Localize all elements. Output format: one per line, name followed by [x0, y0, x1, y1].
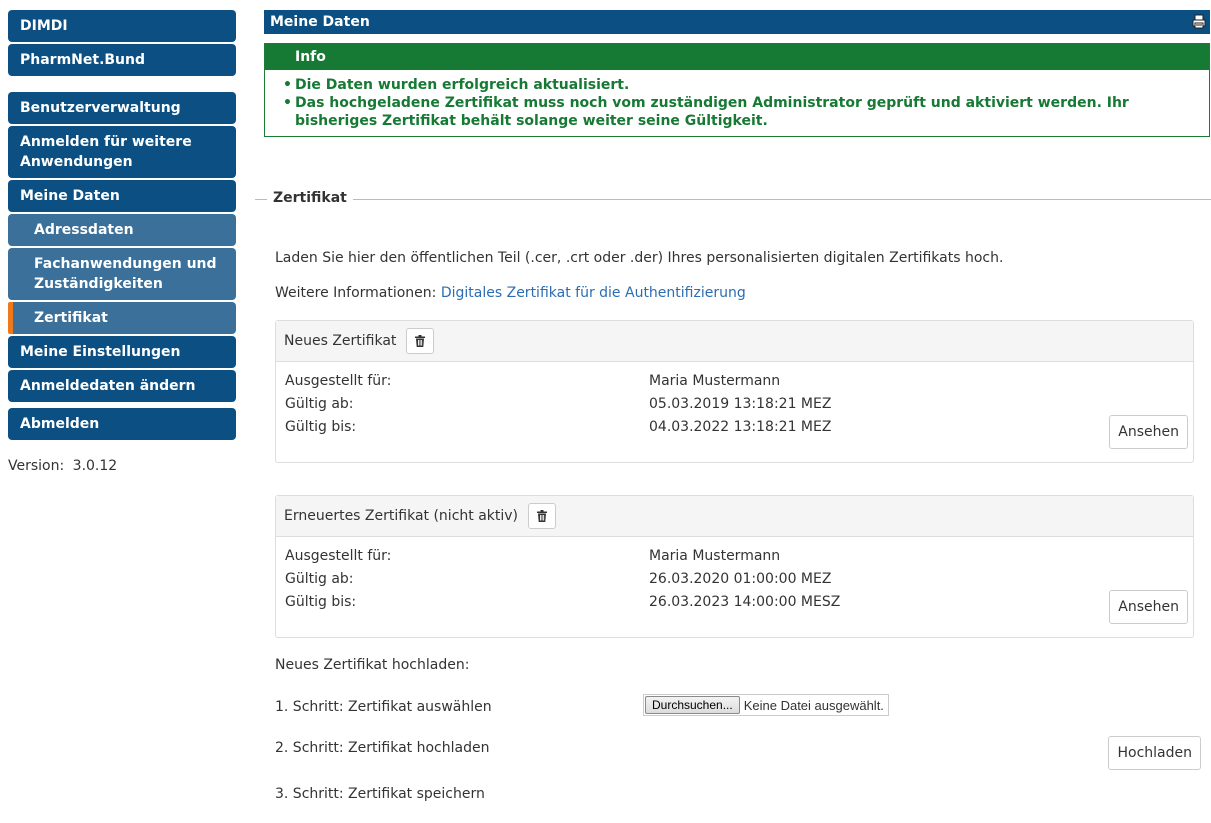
browse-button[interactable]: Durchsuchen... [645, 696, 740, 714]
section-divider [255, 199, 1211, 200]
main-content: Meine Daten Info Die Daten wurden erfolg… [255, 10, 1211, 802]
upload-step-3: 3. Schritt: Zertifikat speichern [275, 786, 485, 802]
valid-from-label: Gültig ab: [285, 396, 354, 412]
nav-meine-daten[interactable]: Meine Daten [8, 180, 236, 212]
valid-to-label: Gültig bis: [285, 419, 357, 435]
page-titlebar: Meine Daten [264, 10, 1210, 34]
issued-for-value: Maria Mustermann [649, 548, 781, 564]
info-message: Die Daten wurden erfolgreich aktualisier… [283, 76, 1195, 94]
view-cert-button[interactable]: Ansehen [1109, 415, 1188, 449]
cert-panel-body: Ausgestellt für: Maria Mustermann Gültig… [276, 537, 1193, 637]
issued-for-label: Ausgestellt für: [285, 548, 392, 564]
valid-to-label: Gültig bis: [285, 594, 357, 610]
version-value: 3.0.12 [72, 458, 118, 474]
nav-adressdaten[interactable]: Adressdaten [8, 214, 236, 246]
nav-benutzerverwaltung[interactable]: Benutzerverwaltung [8, 92, 236, 124]
upload-heading: Neues Zertifikat hochladen: [275, 657, 470, 673]
info-message: Das hochgeladene Zertifikat muss noch vo… [283, 94, 1195, 130]
trash-icon [537, 510, 548, 522]
version-label: Version: [8, 458, 65, 474]
cert-panel-new: Neues Zertifikat Ausgestellt für: Maria … [275, 320, 1194, 463]
nav-meine-einstellungen[interactable]: Meine Einstellungen [8, 336, 236, 368]
nav-abmelden[interactable]: Abmelden [8, 408, 236, 440]
nav-pharmnet-bund[interactable]: PharmNet.Bund [8, 44, 236, 76]
valid-from-label: Gültig ab: [285, 571, 354, 587]
trash-icon [415, 335, 426, 347]
version-text: Version: 3.0.12 [8, 458, 236, 474]
delete-cert-button[interactable] [406, 328, 435, 354]
delete-cert-button[interactable] [528, 503, 557, 529]
valid-to-value: 26.03.2023 14:00:00 MESZ [649, 594, 841, 610]
intro-text: Laden Sie hier den öffentlichen Teil (.c… [275, 250, 1004, 266]
view-cert-button[interactable]: Ansehen [1109, 590, 1188, 624]
cert-title: Erneuertes Zertifikat (nicht aktiv) [284, 508, 519, 524]
nav-zertifikat[interactable]: Zertifikat [8, 302, 236, 334]
info-heading: Info [265, 44, 1209, 70]
info-messages: Die Daten wurden erfolgreich aktualisier… [265, 70, 1209, 136]
nav-anmeldedaten-aendern[interactable]: Anmeldedaten ändern [8, 370, 236, 402]
valid-from-value: 05.03.2019 13:18:21 MEZ [649, 396, 832, 412]
more-info-label: Weitere Informationen: [275, 285, 437, 301]
more-info-link[interactable]: Digitales Zertifikat für die Authentifiz… [441, 285, 746, 301]
page-title: Meine Daten [270, 14, 370, 30]
cert-panel-renewed: Erneuertes Zertifikat (nicht aktiv) Ausg… [275, 495, 1194, 638]
issued-for-value: Maria Mustermann [649, 373, 781, 389]
upload-button[interactable]: Hochladen [1108, 736, 1201, 770]
issued-for-label: Ausgestellt für: [285, 373, 392, 389]
valid-to-value: 04.03.2022 13:18:21 MEZ [649, 419, 832, 435]
section-zertifikat: Zertifikat [255, 190, 1211, 212]
upload-step-1: 1. Schritt: Zertifikat auswählen [275, 699, 492, 715]
nav-anmelden-weitere-anwendungen[interactable]: Anmelden für weitere Anwendungen [8, 126, 236, 178]
cert-panel-header: Erneuertes Zertifikat (nicht aktiv) [276, 496, 1193, 537]
info-box: Info Die Daten wurden erfolgreich aktual… [264, 43, 1210, 137]
file-status: Keine Datei ausgewählt. [743, 697, 884, 713]
file-input[interactable]: Durchsuchen... Keine Datei ausgewählt. [643, 694, 889, 716]
section-title: Zertifikat [267, 190, 353, 206]
print-icon[interactable] [1192, 14, 1206, 29]
nav-fachanwendungen[interactable]: Fachanwendungen und Zuständigkeiten [8, 248, 236, 300]
nav-dimdi[interactable]: DIMDI [8, 10, 236, 42]
cert-panel-header: Neues Zertifikat [276, 321, 1193, 362]
cert-title: Neues Zertifikat [284, 333, 397, 349]
valid-from-value: 26.03.2020 01:00:00 MEZ [649, 571, 832, 587]
sidebar: DIMDI PharmNet.Bund Benutzerverwaltung A… [8, 10, 236, 474]
more-info-text: Weitere Informationen: Digitales Zertifi… [275, 285, 746, 301]
cert-panel-body: Ausgestellt für: Maria Mustermann Gültig… [276, 362, 1193, 462]
upload-step-2: 2. Schritt: Zertifikat hochladen [275, 740, 490, 756]
